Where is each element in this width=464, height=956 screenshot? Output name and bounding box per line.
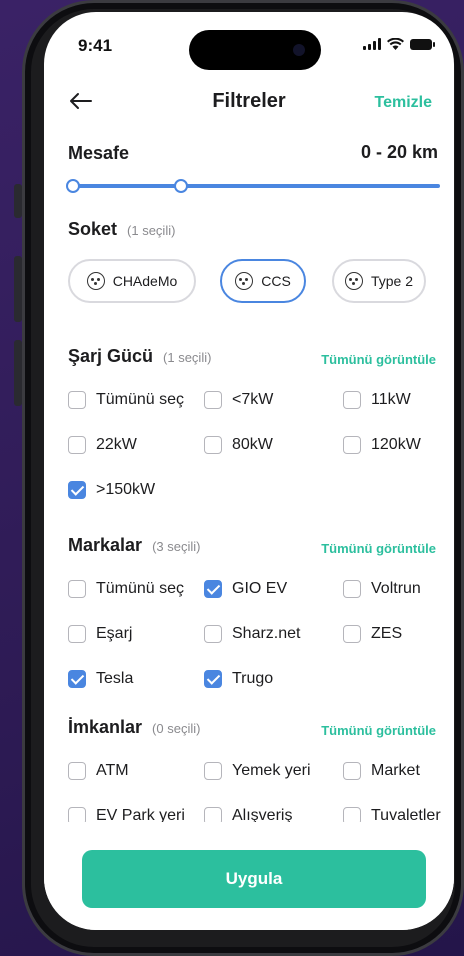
checkbox[interactable] — [68, 436, 86, 454]
brand-option-gio-ev[interactable]: GIO EV — [204, 580, 287, 598]
checkbox[interactable] — [68, 481, 86, 499]
checkbox[interactable] — [68, 625, 86, 643]
distance-range-value: 0 - 20 km — [360, 142, 438, 162]
chip-label: Type 2 — [370, 273, 414, 289]
checkbox[interactable] — [204, 391, 222, 409]
checkbox[interactable] — [68, 580, 86, 598]
checkbox[interactable] — [204, 762, 222, 780]
option-label: Voltrun — [371, 580, 421, 597]
option-label: >150kW — [96, 481, 156, 498]
power-option-120kw[interactable]: 120kW — [343, 436, 421, 454]
type2-plug-icon — [344, 272, 363, 290]
brand-option-zes[interactable]: ZES — [343, 625, 402, 643]
amenities-selected-count: (0 seçili) — [152, 721, 201, 736]
power-selected-count: (1 seçili) — [163, 350, 212, 365]
brand-option-voltrun[interactable]: Voltrun — [343, 580, 421, 598]
chip-label: CCS — [261, 273, 291, 289]
checkbox[interactable] — [343, 580, 361, 598]
option-label: Yemek yeri — [232, 762, 311, 779]
power-label: Şarj Gücü — [68, 346, 154, 366]
checkbox[interactable] — [343, 762, 361, 780]
option-label: <7kW — [232, 391, 274, 408]
power-option-11kw[interactable]: 11kW — [343, 391, 411, 409]
option-label: 80kW — [232, 436, 273, 453]
checkbox[interactable] — [343, 436, 361, 454]
brand-option-tesla[interactable]: Tesla — [68, 670, 133, 688]
checkbox[interactable] — [204, 625, 222, 643]
option-label: 11kW — [371, 391, 411, 408]
checkbox[interactable] — [204, 670, 222, 688]
power-option-select-all[interactable]: Tümünü seç — [68, 391, 184, 409]
checkbox[interactable] — [204, 580, 222, 598]
distance-slider[interactable] — [66, 174, 440, 198]
option-label: ZES — [371, 625, 403, 642]
amenities-view-all-link[interactable]: Tümünü görüntüle — [321, 723, 436, 738]
wifi-icon — [387, 38, 404, 50]
option-label: Sharz.net — [232, 625, 301, 642]
brands-view-all-link[interactable]: Tümünü görüntüle — [321, 541, 436, 556]
brands-selected-count: (3 seçili) — [152, 539, 201, 554]
checkbox[interactable] — [204, 436, 222, 454]
battery-icon — [410, 38, 435, 50]
option-label: Trugo — [232, 670, 274, 687]
option-label: Tümünü seç — [96, 391, 185, 408]
socket-label: Soket — [68, 219, 118, 239]
power-option-lt7kw[interactable]: <7kW — [204, 391, 273, 409]
slider-max-handle[interactable] — [174, 179, 188, 193]
option-label: Tesla — [96, 670, 134, 687]
option-label: 120kW — [371, 436, 421, 453]
checkbox[interactable] — [68, 670, 86, 688]
option-label: ATM — [96, 762, 129, 779]
filter-screen: 9:41 Filtreler Temizle Mesafe 0 - 20 km … — [44, 12, 454, 930]
status-bar: 9:41 — [44, 12, 454, 70]
checkbox[interactable] — [68, 762, 86, 780]
socket-section-title: Soket (1 seçili) — [68, 219, 175, 240]
slider-track — [70, 184, 440, 188]
slider-min-handle[interactable] — [66, 179, 80, 193]
amenities-section-title: İmkanlar (0 seçili) — [68, 717, 200, 738]
option-label: Eşarj — [96, 625, 133, 642]
power-view-all-link[interactable]: Tümünü görüntüle — [321, 352, 436, 367]
brand-option-esarj[interactable]: Eşarj — [68, 625, 132, 643]
checkbox[interactable] — [343, 625, 361, 643]
amenity-option-market[interactable]: Market — [343, 762, 420, 780]
apply-button[interactable]: Uygula — [82, 850, 426, 908]
brand-option-select-all[interactable]: Tümünü seç — [68, 580, 184, 598]
socket-selected-count: (1 seçili) — [127, 223, 176, 238]
silent-switch — [14, 184, 22, 218]
chademo-plug-icon — [86, 272, 105, 290]
socket-chip-ccs[interactable]: CCS — [220, 259, 306, 303]
power-option-gt150kw[interactable]: >150kW — [68, 481, 155, 499]
ccs-plug-icon — [235, 272, 254, 290]
power-option-22kw[interactable]: 22kW — [68, 436, 137, 454]
status-time: 9:41 — [78, 36, 113, 55]
camera-icon — [293, 44, 305, 56]
brands-label: Markalar — [68, 535, 143, 555]
volume-down-button — [14, 340, 22, 406]
dynamic-island — [189, 30, 321, 70]
brand-option-trugo[interactable]: Trugo — [204, 670, 273, 688]
brand-option-sharz-net[interactable]: Sharz.net — [204, 625, 300, 643]
power-section-title: Şarj Gücü (1 seçili) — [68, 346, 211, 367]
brands-section-title: Markalar (3 seçili) — [68, 535, 200, 556]
cellular-signal-icon — [363, 38, 381, 50]
option-label: 22kW — [96, 436, 137, 453]
volume-up-button — [14, 256, 22, 322]
option-label: Tümünü seç — [96, 580, 185, 597]
power-option-80kw[interactable]: 80kW — [204, 436, 273, 454]
status-icons — [363, 38, 435, 50]
chip-label: CHAdeMo — [112, 273, 178, 289]
socket-chip-type2[interactable]: Type 2 — [332, 259, 426, 303]
socket-chip-chademo[interactable]: CHAdeMo — [68, 259, 196, 303]
distance-label: Mesafe — [68, 143, 130, 163]
amenities-label: İmkanlar — [68, 717, 143, 737]
header: Filtreler Temizle — [44, 84, 454, 124]
amenity-option-food[interactable]: Yemek yeri — [204, 762, 311, 780]
clear-button[interactable]: Temizle — [375, 94, 433, 112]
checkbox[interactable] — [68, 391, 86, 409]
option-label: GIO EV — [232, 580, 288, 597]
option-label: Market — [371, 762, 420, 779]
amenity-option-atm[interactable]: ATM — [68, 762, 129, 780]
checkbox[interactable] — [343, 391, 361, 409]
